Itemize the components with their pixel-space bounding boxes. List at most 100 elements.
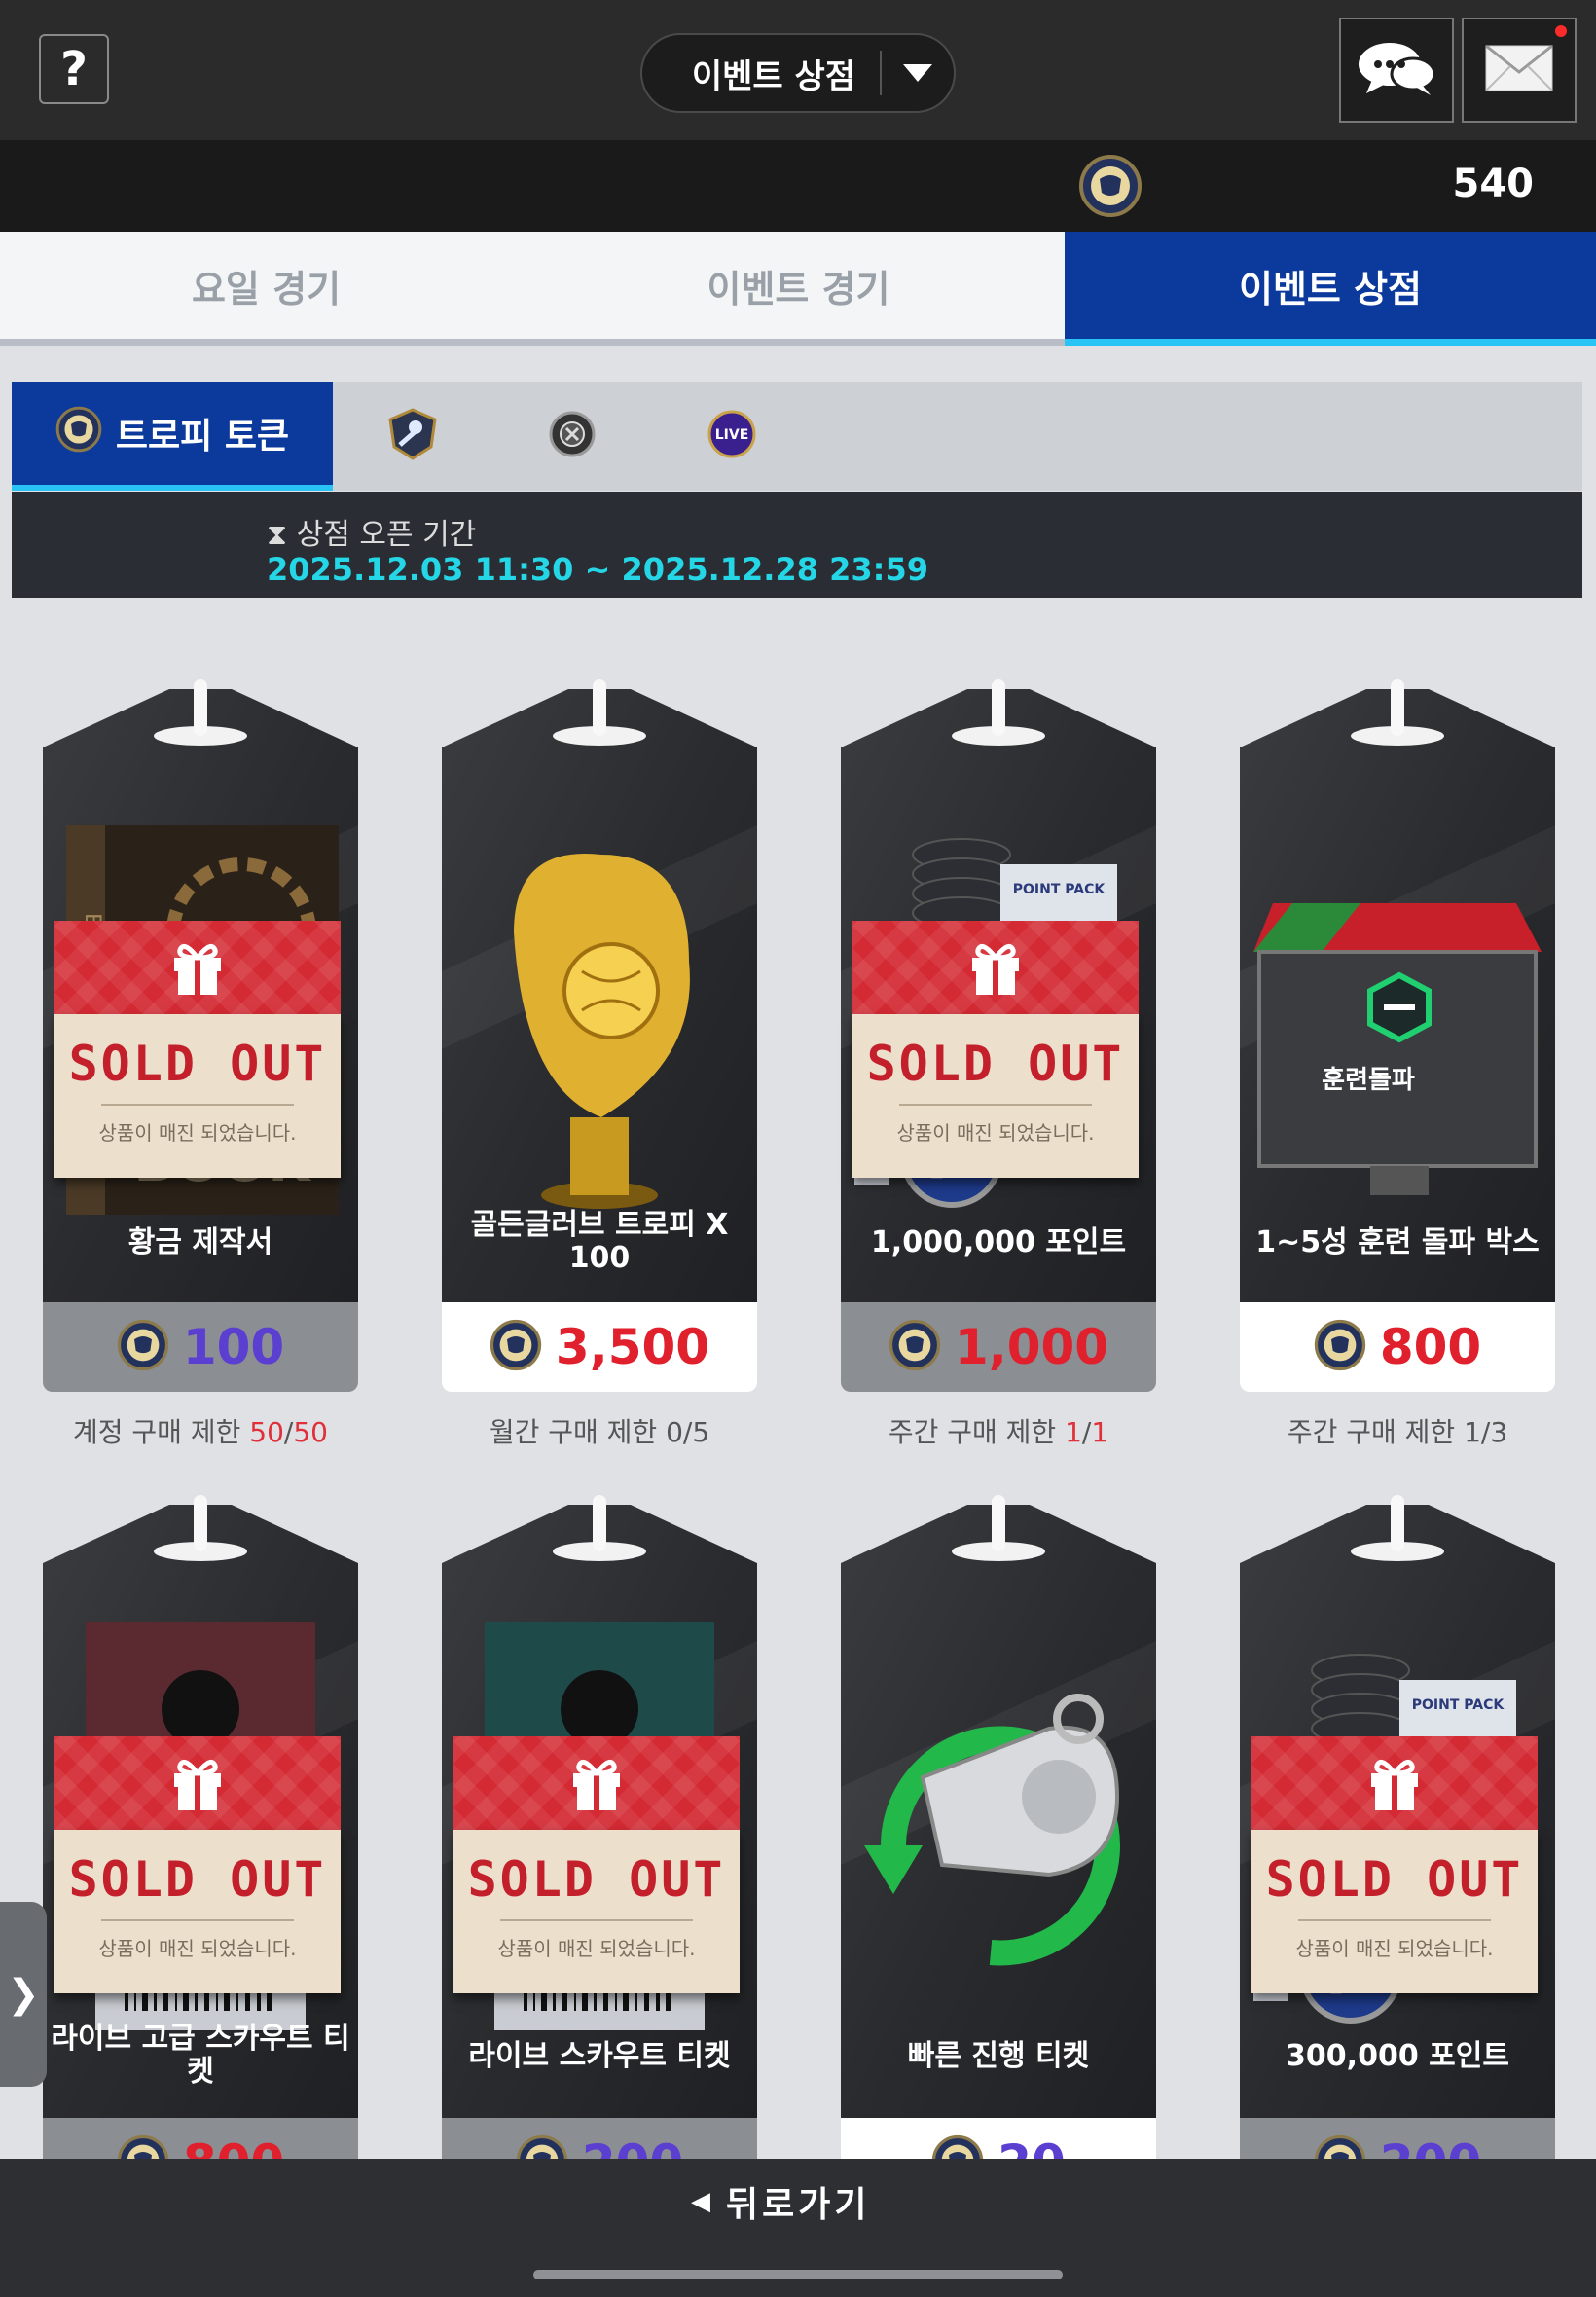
limit-used: 50 — [249, 1416, 284, 1448]
item-price: 3,500 — [555, 1319, 710, 1375]
limit-separator: / — [1081, 1416, 1092, 1448]
shop-item-card[interactable]: 훈련돌파 1~5성 훈련 돌파 박스 800 주간 구매 제한 1/3 — [1240, 679, 1555, 1458]
subtab-swing-token[interactable] — [333, 382, 492, 491]
purchase-limit: 계정 구매 제한 50/50 — [23, 1411, 378, 1450]
side-panel-handle[interactable]: ❯ — [0, 1902, 47, 2087]
limit-label: 계정 구매 제한 — [73, 1416, 250, 1448]
sold-out-title: SOLD OUT — [1265, 1851, 1524, 1908]
trophy-token-coin-icon — [889, 1319, 941, 1375]
sold-out-title: SOLD OUT — [68, 1036, 327, 1092]
home-indicator[interactable] — [533, 2270, 1063, 2279]
main-tabs: 요일 경기 이벤트 경기 이벤트 상점 — [0, 232, 1596, 346]
top-bar: ? 이벤트 상점 — [0, 0, 1596, 140]
tab-event-shop[interactable]: 이벤트 상점 — [1065, 232, 1596, 346]
price-button[interactable]: 3,500 — [442, 1302, 757, 1392]
item-name: 라이브 스카우트 티켓 — [468, 2039, 731, 2073]
limit-label: 주간 구매 제한 — [1287, 1416, 1465, 1448]
sold-out-banner: SOLD OUT 상품이 매진 되었습니다. — [852, 921, 1139, 1178]
gift-icon — [170, 1752, 225, 1814]
subtab-label: 트로피 토큰 — [115, 417, 290, 456]
sold-out-banner: SOLD OUT 상품이 매진 되었습니다. — [453, 1736, 740, 1993]
limit-used: 1 — [1065, 1416, 1082, 1448]
trophy-token-coin-icon — [1314, 1319, 1366, 1375]
shop-item-card[interactable]: SOLD OUT상품이 매진 되었습니다.라이브 고급 스카우트 티켓800 — [43, 1495, 358, 2274]
shop-item-card[interactable]: EVENT PROBOOKSOLD OUT상품이 매진 되었습니다.황금 제작서… — [43, 679, 358, 1458]
currency-bar: 540 — [0, 140, 1596, 232]
limit-separator: / — [1480, 1416, 1491, 1448]
back-label: 뒤로가기 — [726, 2185, 871, 2225]
chat-button[interactable] — [1339, 18, 1454, 123]
purchase-limit: 주간 구매 제한 1/1 — [821, 1411, 1176, 1450]
help-button[interactable]: ? — [39, 34, 109, 104]
shop-item-card[interactable]: 골든글러브 트로피 X 100 3,500 월간 구매 제한 0/5 — [442, 679, 757, 1458]
shop-item-card[interactable]: SOLD OUT상품이 매진 되었습니다.라이브 스카우트 티켓200 — [442, 1495, 757, 2274]
limit-max: 5 — [692, 1416, 710, 1448]
item-price: 1,000 — [954, 1319, 1109, 1375]
subtab-trophy-token[interactable]: 트로피 토큰 — [12, 382, 333, 491]
sold-out-title: SOLD OUT — [467, 1851, 726, 1908]
bottom-bar: ◀ 뒤로가기 — [0, 2159, 1596, 2297]
gift-icon — [569, 1752, 624, 1814]
limit-separator: / — [682, 1416, 693, 1448]
limit-max: 50 — [293, 1416, 328, 1448]
limit-separator: / — [283, 1416, 294, 1448]
price-button[interactable]: 100 — [43, 1302, 358, 1392]
token-subtabs: 트로피 토큰 LIVE — [12, 382, 1582, 491]
period-label-row: ⧗ 상점 오픈 기간 — [267, 510, 476, 553]
shop-item-card[interactable]: POINT PACKPSOLD OUT상품이 매진 되었습니다.300,000 … — [1240, 1495, 1555, 2274]
limit-used: 0 — [666, 1416, 683, 1448]
notification-dot — [1555, 25, 1567, 37]
item-price: 100 — [182, 1319, 285, 1375]
currency-amount: 540 — [1452, 162, 1535, 206]
sold-out-subtitle: 상품이 매진 되었습니다. — [896, 1121, 1095, 1145]
item-name: 골든글러브 트로피 X 100 — [470, 1208, 729, 1275]
limit-used: 1 — [1464, 1416, 1481, 1448]
chevron-down-icon — [882, 64, 954, 82]
sold-out-subtitle: 상품이 매진 되었습니다. — [497, 1937, 696, 1960]
purchase-limit: 월간 구매 제한 0/5 — [422, 1411, 777, 1450]
shop-item-card[interactable]: POINT PACKPSOLD OUT상품이 매진 되었습니다.1,000,00… — [841, 679, 1156, 1458]
tab-day-game[interactable]: 요일 경기 — [0, 232, 532, 346]
trophy-token-coin-icon — [55, 406, 102, 461]
back-button[interactable]: ◀ 뒤로가기 — [691, 2176, 870, 2227]
shop-selector-label: 이벤트 상점 — [691, 56, 856, 96]
gift-icon — [1367, 1752, 1422, 1814]
sold-out-banner: SOLD OUT 상품이 매진 되었습니다. — [54, 1736, 341, 1993]
item-name: 황금 제작서 — [127, 1225, 273, 1259]
tab-event-game[interactable]: 이벤트 경기 — [532, 232, 1065, 346]
mail-icon — [1485, 44, 1553, 95]
limit-label: 월간 구매 제한 — [489, 1416, 667, 1448]
shop-item-card[interactable]: 빠른 진행 티켓20 — [841, 1495, 1156, 2274]
mail-button[interactable] — [1462, 18, 1577, 123]
subtab-live-token[interactable]: LIVE — [652, 382, 812, 491]
shop-open-period: ⧗ 상점 오픈 기간 2025.12.03 11:30 ~ 2025.12.28… — [12, 492, 1582, 598]
item-name: 300,000 포인트 — [1286, 2039, 1509, 2073]
shop-selector-dropdown[interactable]: 이벤트 상점 — [640, 33, 956, 113]
sold-out-title: SOLD OUT — [866, 1036, 1125, 1092]
live-token-icon: LIVE — [707, 409, 757, 463]
period-label: 상점 오픈 기간 — [296, 518, 477, 552]
sold-out-subtitle: 상품이 매진 되었습니다. — [1295, 1937, 1494, 1960]
svg-text:POINT PACK: POINT PACK — [1013, 882, 1106, 897]
sold-out-subtitle: 상품이 매진 되었습니다. — [98, 1937, 297, 1960]
svg-text:훈련돌파: 훈련돌파 — [1322, 1066, 1415, 1095]
limit-max: 1 — [1091, 1416, 1109, 1448]
item-price: 800 — [1379, 1319, 1482, 1375]
sold-out-banner: SOLD OUT 상품이 매진 되었습니다. — [1251, 1736, 1538, 1993]
period-range: 2025.12.03 11:30 ~ 2025.12.28 23:59 — [267, 551, 928, 588]
svg-text:LIVE: LIVE — [715, 427, 749, 443]
subtab-ball-token[interactable] — [492, 382, 652, 491]
chat-bubbles-icon — [1357, 39, 1436, 101]
limit-max: 3 — [1490, 1416, 1508, 1448]
gift-icon — [170, 936, 225, 999]
gift-icon — [968, 936, 1023, 999]
trophy-token-coin-icon — [117, 1319, 169, 1375]
price-button[interactable]: 800 — [1240, 1302, 1555, 1392]
svg-text:POINT PACK: POINT PACK — [1412, 1697, 1505, 1713]
price-button[interactable]: 1,000 — [841, 1302, 1156, 1392]
sold-out-banner: SOLD OUT 상품이 매진 되었습니다. — [54, 921, 341, 1178]
chevron-left-icon: ◀ — [691, 2187, 714, 2216]
item-image — [854, 1612, 1143, 2050]
item-name: 빠른 진행 티켓 — [907, 2039, 1090, 2073]
sold-out-subtitle: 상품이 매진 되었습니다. — [98, 1121, 297, 1145]
